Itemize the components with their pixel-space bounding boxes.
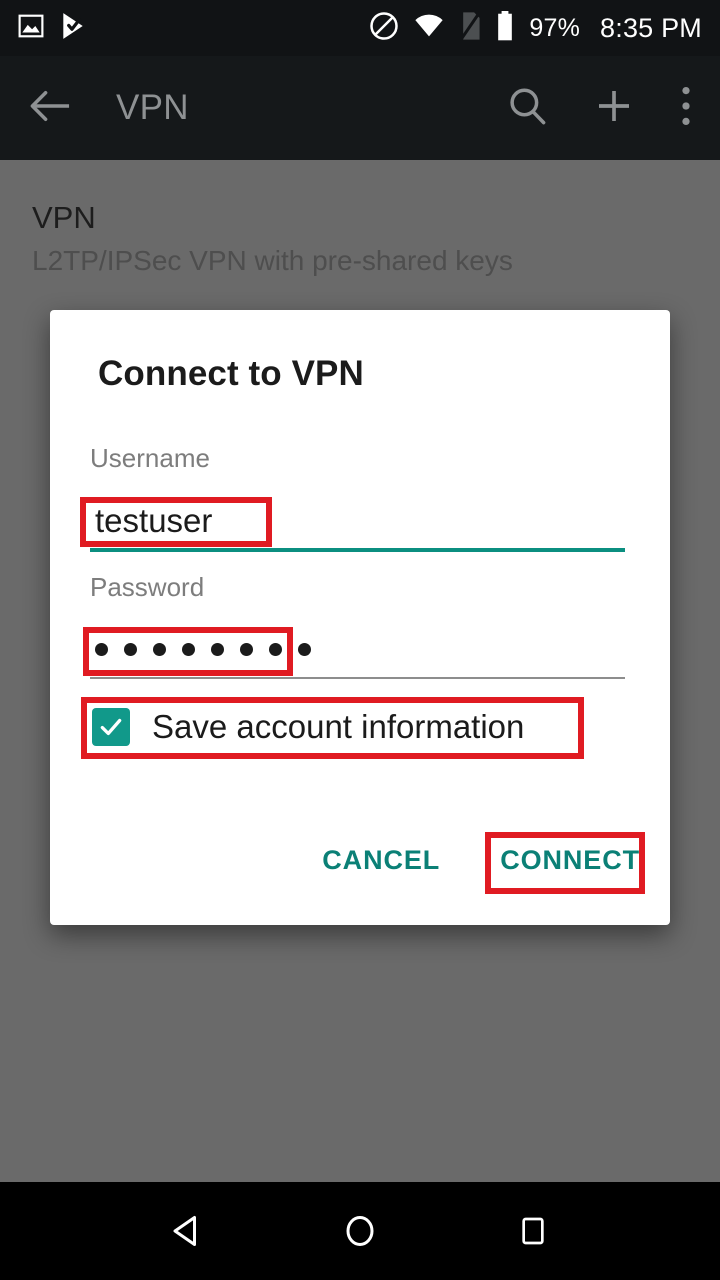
checkmark-icon [100,718,122,736]
plus-icon[interactable] [594,86,634,131]
password-dot [182,642,195,656]
save-account-checkbox[interactable] [92,708,130,746]
do-not-disturb-icon [369,11,399,46]
app-bar-title: VPN [116,88,189,127]
username-field-underline [90,548,625,552]
username-label: Username [90,443,210,473]
status-bar-right-icons: 97% 8:35 PM [369,10,702,46]
password-label: Password [90,572,205,602]
username-input[interactable]: testuser [95,502,212,540]
app-bar: VPN [0,56,720,160]
password-dot [240,642,253,656]
back-arrow-icon[interactable] [28,88,72,129]
phone-screen: 97% 8:35 PM VPN VPN L2TP/IPSec VPN with … [0,0,720,1280]
dialog-title: Connect to VPN [98,354,364,393]
nav-home-icon[interactable] [315,1186,405,1276]
save-account-label: Save account information [152,708,525,745]
password-input[interactable] [95,632,311,666]
search-icon[interactable] [506,85,548,132]
battery-percent: 97% [529,13,581,42]
password-dot [298,642,311,656]
list-item[interactable]: VPN L2TP/IPSec VPN with pre-shared keys [32,198,513,280]
status-bar-clock: 8:35 PM [600,12,702,43]
cancel-button[interactable]: CANCEL [322,845,440,876]
screenshot-icon [18,13,44,44]
no-sim-icon [459,11,482,46]
dialog-action-buttons: CANCEL CONNECT [322,845,640,876]
password-dot [95,642,108,656]
overflow-menu-icon[interactable] [680,85,692,132]
connect-button[interactable]: CONNECT [500,845,640,876]
password-dot [124,642,137,656]
play-store-icon [60,12,86,45]
battery-icon [495,10,515,46]
password-dot [153,642,166,656]
status-bar: 97% 8:35 PM [0,0,720,56]
status-bar-left-icons [18,12,86,45]
connect-to-vpn-dialog: Connect to VPN Username testuser Passwor… [50,310,670,925]
list-item-title: VPN [32,200,96,235]
password-dot [211,642,224,656]
nav-back-icon[interactable] [142,1186,232,1276]
password-dot [269,642,282,656]
nav-recents-icon[interactable] [488,1186,578,1276]
save-account-checkbox-row[interactable]: Save account information [92,708,524,746]
list-item-subtitle: L2TP/IPSec VPN with pre-shared keys [32,245,513,276]
android-nav-bar [0,1182,720,1280]
wifi-icon [413,13,445,44]
password-field-underline [90,677,625,679]
app-bar-actions [506,85,692,132]
